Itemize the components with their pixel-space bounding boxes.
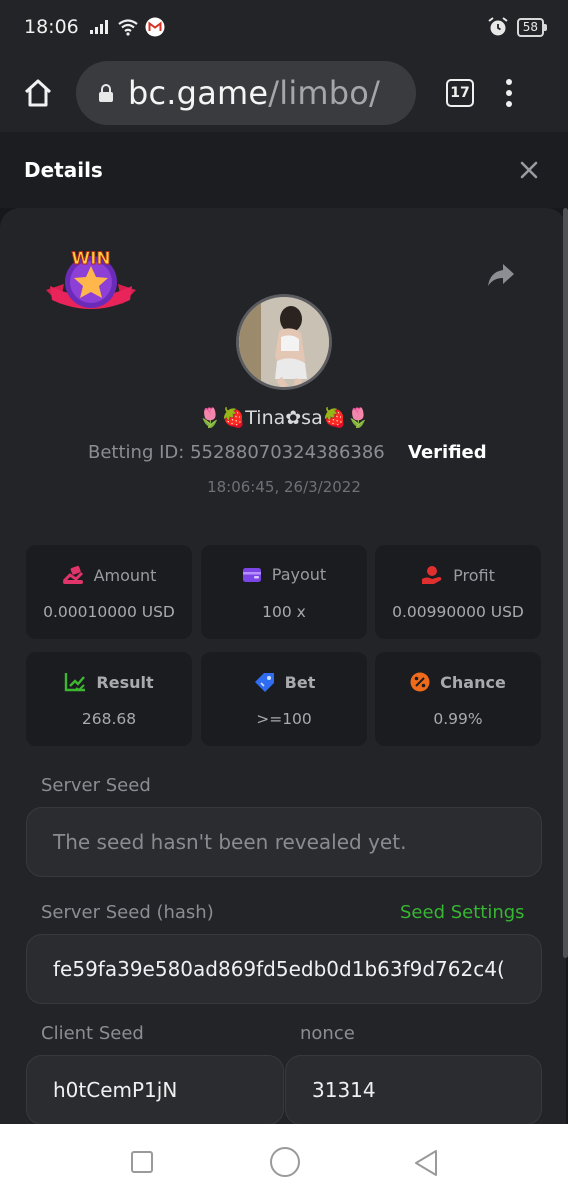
stat-amount-label: Amount xyxy=(93,565,157,585)
client-seed-label: Client Seed xyxy=(41,1023,144,1044)
coin-hand-icon xyxy=(422,566,442,584)
avatar xyxy=(236,294,332,390)
stat-payout: Payout 100 x xyxy=(201,545,367,639)
gmail-icon xyxy=(145,17,165,37)
status-bar: 18:06 58 xyxy=(0,0,568,54)
percent-icon xyxy=(410,672,430,692)
stat-bet-value: >=100 xyxy=(256,710,312,728)
server-seed-value: The seed hasn't been revealed yet. xyxy=(53,830,407,854)
client-seed-field[interactable]: h0tCemP1jN xyxy=(26,1055,284,1124)
tab-switcher-button[interactable]: 17 xyxy=(446,79,474,107)
url-text: bc.game/limbo/ xyxy=(128,74,380,112)
verified-link[interactable]: Verified xyxy=(408,442,487,463)
stat-bet-label: Bet xyxy=(284,672,316,692)
details-title: Details xyxy=(24,158,103,182)
stat-amount-value: 0.00010000 USD xyxy=(43,603,175,621)
ticket-icon xyxy=(254,673,274,692)
avatar-photo xyxy=(239,297,329,387)
share-button[interactable] xyxy=(486,262,516,288)
server-seed-hash-value: fe59fa39e580ad869fd5edb0d1b63f9d762c4( xyxy=(53,957,505,981)
home-nav-button[interactable] xyxy=(270,1147,300,1177)
stat-payout-label: Payout xyxy=(271,565,327,584)
stat-chance-value: 0.99% xyxy=(433,710,483,728)
alarm-icon xyxy=(488,17,508,36)
seed-settings-link[interactable]: Seed Settings xyxy=(400,902,525,923)
money-hand-icon xyxy=(62,565,83,584)
lock-icon xyxy=(99,84,113,102)
status-right: 58 xyxy=(487,16,548,38)
url-path: /limbo/ xyxy=(268,74,381,112)
battery-indicator: 58 xyxy=(516,17,548,37)
address-bar[interactable]: bc.game/limbo/ xyxy=(76,61,416,125)
back-button[interactable] xyxy=(412,1148,440,1178)
stat-chance: Chance 0.99% xyxy=(375,652,541,746)
stat-payout-value: 100 x xyxy=(262,603,306,621)
chart-check-icon xyxy=(65,673,86,692)
stat-profit-label: Profit xyxy=(453,565,495,585)
browser-menu-button[interactable] xyxy=(506,79,512,107)
betting-id-value: 55288070324386386 xyxy=(190,442,385,463)
client-seed-value: h0tCemP1jN xyxy=(53,1078,178,1102)
recents-button[interactable] xyxy=(131,1151,153,1173)
win-badge-icon: WIN xyxy=(46,249,136,309)
stat-result-label: Result xyxy=(96,672,154,692)
nonce-field[interactable]: 31314 xyxy=(285,1055,542,1124)
username: 🌷🍓Tina✿sa🍓🌷 xyxy=(197,407,371,429)
status-time: 18:06 xyxy=(24,16,79,38)
nonce-value: 31314 xyxy=(312,1078,376,1102)
betting-id: Betting ID: 55288070324386386 xyxy=(88,442,385,463)
bet-timestamp: 18:06:45, 26/3/2022 xyxy=(207,478,361,496)
win-badge-text: WIN xyxy=(71,249,110,269)
bet-details-card: WIN 🌷🍓Tina✿sa🍓🌷 Betting ID: 552880703243… xyxy=(0,208,566,1124)
stat-result-value: 268.68 xyxy=(81,710,137,728)
stat-profit: Profit 0.00990000 USD xyxy=(375,545,541,639)
browser-toolbar: bc.game/limbo/ 17 xyxy=(0,54,568,132)
stat-bet: Bet >=100 xyxy=(201,652,367,746)
wifi-icon xyxy=(118,19,138,36)
home-button[interactable] xyxy=(0,54,76,132)
wallet-icon xyxy=(242,567,261,582)
close-icon xyxy=(520,161,538,179)
server-seed-hash-label: Server Seed (hash) xyxy=(41,902,214,923)
details-header: Details xyxy=(0,132,568,208)
server-seed-field: The seed hasn't been revealed yet. xyxy=(26,807,542,877)
signal-icon xyxy=(89,20,108,34)
stat-chance-label: Chance xyxy=(440,672,506,692)
stat-profit-value: 0.00990000 USD xyxy=(392,603,524,621)
close-button[interactable] xyxy=(514,155,544,185)
stat-amount: Amount 0.00010000 USD xyxy=(26,545,192,639)
nonce-label: nonce xyxy=(300,1023,355,1044)
stat-result: Result 268.68 xyxy=(26,652,192,746)
server-seed-hash-field[interactable]: fe59fa39e580ad869fd5edb0d1b63f9d762c4( xyxy=(26,934,542,1004)
system-nav-bar xyxy=(0,1124,568,1200)
betting-id-label: Betting ID: xyxy=(88,442,185,463)
status-icons xyxy=(89,17,165,37)
scrollbar[interactable] xyxy=(563,208,568,958)
url-domain: bc.game xyxy=(128,74,269,112)
server-seed-label: Server Seed xyxy=(41,775,151,796)
home-icon xyxy=(24,79,52,107)
